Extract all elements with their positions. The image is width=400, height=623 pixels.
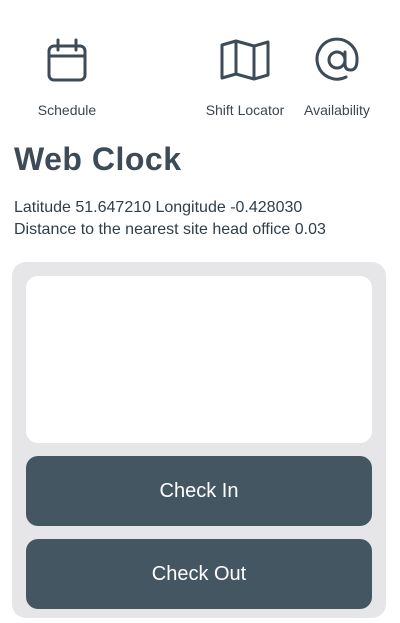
check-in-button[interactable]: Check In bbox=[26, 456, 372, 526]
nav-item-schedule[interactable]: Schedule bbox=[12, 32, 122, 124]
nav-label-shift-locator: Shift Locator bbox=[205, 102, 285, 118]
clock-card: Check In Check Out bbox=[12, 262, 386, 618]
coordinates-text: Latitude 51.647210 Longitude -0.428030 bbox=[14, 199, 303, 216]
top-navigation: Schedule Shift Locator Availability bbox=[0, 0, 400, 125]
location-info: Latitude 51.647210 Longitude -0.428030 D… bbox=[14, 197, 326, 241]
distance-text: Distance to the nearest site head office… bbox=[14, 221, 326, 238]
calendar-icon bbox=[39, 32, 95, 88]
page-title: Web Clock bbox=[14, 141, 182, 177]
at-sign-icon bbox=[309, 32, 365, 88]
map-icon bbox=[217, 32, 273, 88]
nav-item-availability[interactable]: Availability bbox=[282, 32, 392, 124]
map-area bbox=[26, 276, 372, 443]
nav-label-availability: Availability bbox=[304, 102, 370, 118]
check-out-button[interactable]: Check Out bbox=[26, 539, 372, 609]
nav-label-schedule: Schedule bbox=[37, 102, 97, 118]
